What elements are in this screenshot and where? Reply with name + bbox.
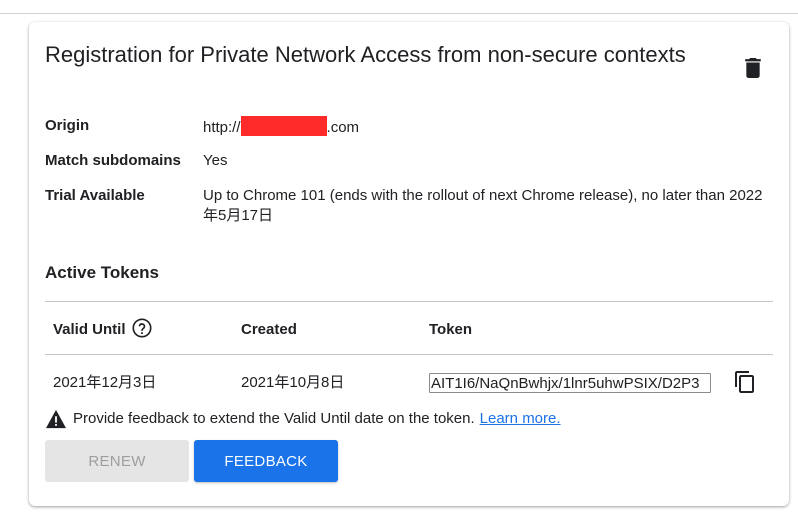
table-divider — [45, 301, 773, 302]
copy-icon[interactable] — [733, 370, 757, 394]
warning-icon — [46, 409, 66, 429]
help-circle-icon[interactable] — [131, 317, 153, 339]
trash-icon — [745, 58, 761, 78]
column-token: Token — [429, 321, 473, 338]
origin-label: Origin — [45, 117, 90, 134]
origin-suffix: .com — [326, 119, 360, 136]
origin-value: http:// .com — [203, 116, 763, 138]
card-title: Registration for Private Network Access … — [45, 42, 686, 67]
delete-button[interactable] — [741, 56, 765, 80]
column-created: Created — [241, 321, 297, 338]
created-cell: 2021年10月8日 — [241, 374, 345, 391]
match-subdomains-label: Match subdomains — [45, 152, 181, 169]
valid-until-cell: 2021年12月3日 — [53, 374, 157, 391]
trial-available-label: Trial Available — [45, 187, 145, 204]
origin-prefix: http:// — [203, 119, 241, 136]
active-tokens-title: Active Tokens — [45, 263, 160, 282]
learn-more-link[interactable]: Learn more. — [480, 409, 561, 429]
trial-available-value: Up to Chrome 101 (ends with the rollout … — [203, 187, 763, 224]
registration-card: Registration for Private Network Access … — [29, 22, 789, 506]
table-divider — [45, 354, 773, 355]
notice-text: Provide feedback to extend the Valid Unt… — [73, 410, 475, 427]
match-subdomains-value: Yes — [203, 152, 228, 169]
feedback-button[interactable]: FEEDBACK — [194, 440, 338, 482]
column-valid-until: Valid Until — [53, 321, 126, 338]
feedback-notice: Provide feedback to extend the Valid Unt… — [45, 409, 561, 429]
renew-button[interactable]: RENEW — [45, 440, 189, 482]
token-field[interactable] — [429, 373, 711, 393]
top-divider — [0, 13, 798, 14]
redaction-box — [240, 116, 327, 136]
